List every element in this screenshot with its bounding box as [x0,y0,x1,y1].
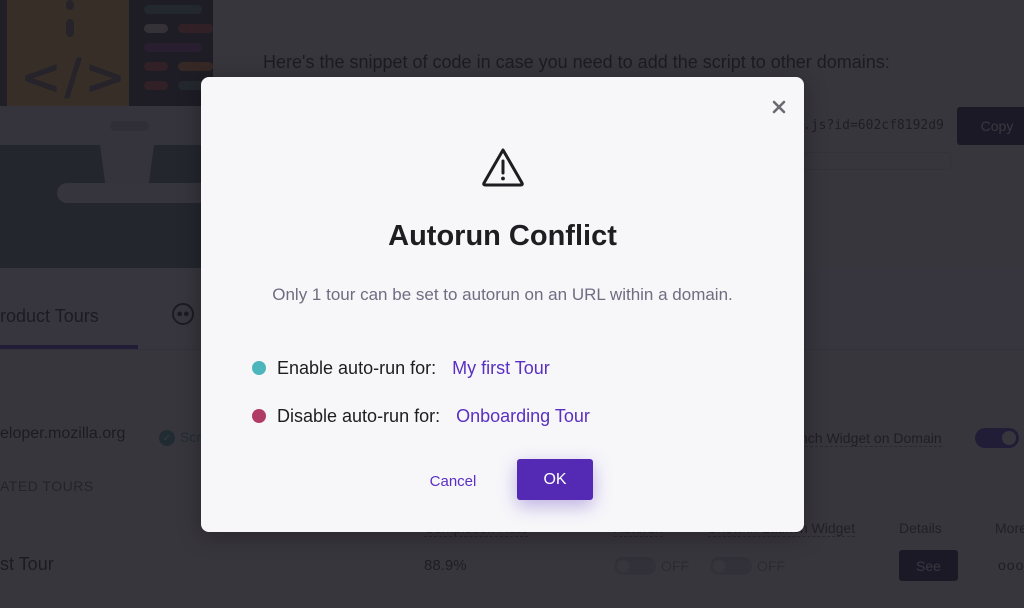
ok-button[interactable]: OK [517,459,593,500]
enable-autorun-row: Enable auto-run for: My first Tour [252,356,550,380]
close-button[interactable] [766,94,792,120]
warning-triangle-icon [482,148,524,187]
autorun-conflict-dialog: Autorun Conflict Only 1 tour can be set … [201,77,804,532]
disable-autorun-row: Disable auto-run for: Onboarding Tour [252,404,590,428]
enable-label: Enable auto-run for: [277,357,437,378]
disable-status-dot [252,409,266,423]
dialog-title: Autorun Conflict [388,220,617,252]
disable-label: Disable auto-run for: [277,405,441,426]
close-icon [772,100,786,114]
enable-tour-link[interactable]: My first Tour [452,358,550,379]
cancel-button[interactable]: Cancel [421,469,485,493]
enable-status-dot [252,361,266,375]
disable-tour-link[interactable]: Onboarding Tour [456,406,590,427]
dialog-description: Only 1 tour can be set to autorun on an … [272,285,733,304]
